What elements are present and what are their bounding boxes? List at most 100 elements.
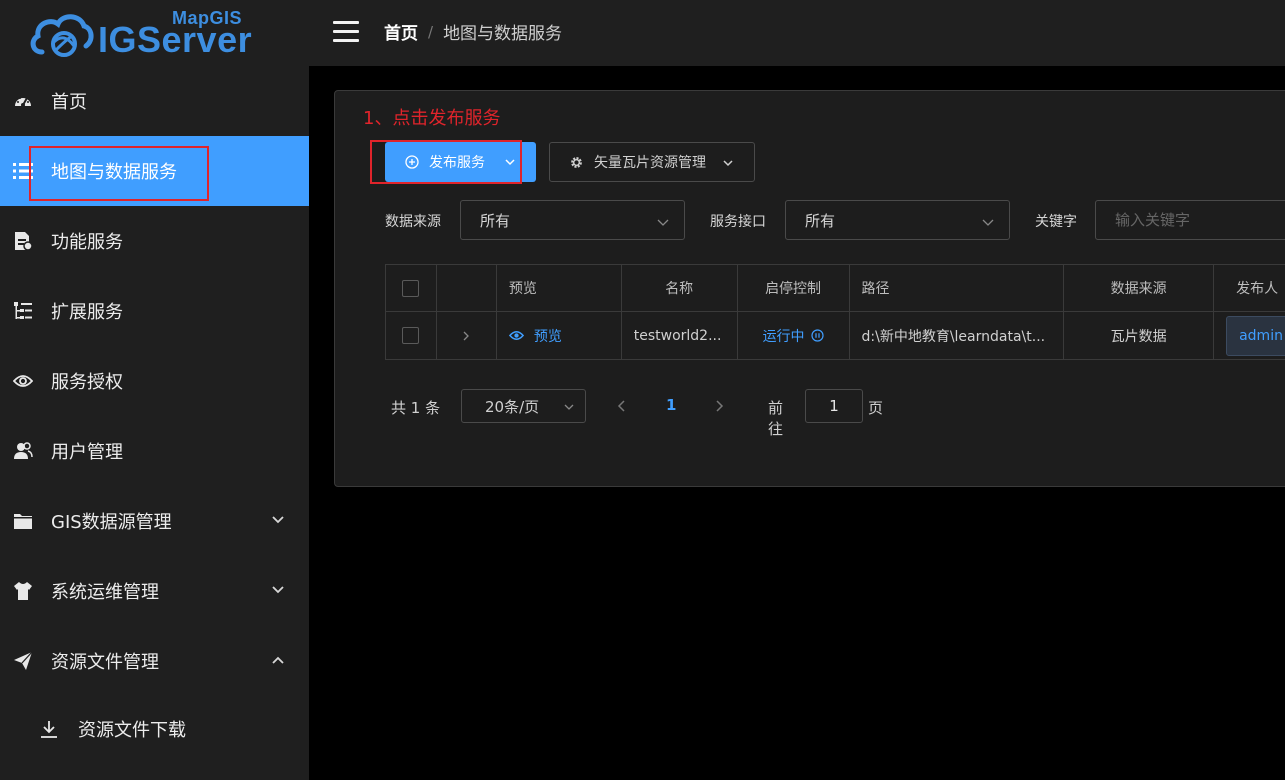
header-path: 路径 — [849, 265, 1065, 312]
preview-link[interactable]: 预览 — [508, 326, 562, 346]
chevron-down-icon — [505, 159, 515, 166]
preview-link-label: 预览 — [533, 328, 562, 345]
sidebar-item-label: 首页 — [51, 92, 87, 113]
total-count: 共 1 条 — [391, 399, 441, 417]
chevron-down-icon — [982, 219, 994, 226]
header-control: 启停控制 — [737, 265, 850, 312]
header-checkbox-cell — [386, 265, 437, 312]
eye-icon — [12, 370, 34, 392]
page-suffix-label: 页 — [868, 399, 884, 417]
sidebar-item-resource-files[interactable]: 资源文件管理 — [0, 626, 309, 696]
annotation-text: 1、点击发布服务 — [363, 108, 501, 129]
header-source: 数据来源 — [1064, 265, 1215, 312]
services-table: 预览 名称 启停控制 路径 数据来源 发布人 预览 testworld2... … — [385, 264, 1285, 360]
row-expand-cell[interactable] — [436, 312, 497, 360]
main-panel: 1、点击发布服务 发布服务 矢量瓦片资源管理 数据来源 所有 服务接口 所有 关… — [334, 90, 1285, 487]
chevron-down-icon — [272, 516, 284, 524]
users-icon — [12, 440, 34, 462]
sidebar-item-resource-download[interactable]: 资源文件下载 — [0, 696, 309, 762]
row-source-cell: 瓦片数据 — [1064, 312, 1215, 360]
eye-icon — [508, 331, 524, 340]
keyword-label: 关键字 — [1035, 214, 1077, 230]
page-size-select[interactable]: 20条/页 — [461, 389, 586, 423]
chevron-right-icon[interactable] — [460, 330, 472, 342]
row-path-cell: d:\新中地教育\learndata\t... — [849, 312, 1065, 360]
service-interface-label: 服务接口 — [710, 214, 766, 230]
service-interface-value: 所有 — [805, 211, 836, 230]
breadcrumb: 首页 / 地图与数据服务 — [384, 19, 562, 45]
sidebar-menu: 首页 地图与数据服务 功能服务 扩展服务 服务授权 用户管理 GIS数据源管理 … — [0, 66, 309, 762]
gear-icon — [571, 156, 582, 168]
sidebar-item-user-management[interactable]: 用户管理 — [0, 416, 309, 486]
breadcrumb-separator: / — [428, 22, 434, 41]
next-page-icon[interactable] — [712, 399, 726, 413]
folder-icon — [12, 510, 34, 532]
sidebar-item-label: 功能服务 — [51, 232, 123, 253]
sidebar-item-service-authorization[interactable]: 服务授权 — [0, 346, 309, 416]
status-toggle[interactable]: 运行中 — [763, 326, 824, 346]
sidebar-item-label: 资源文件管理 — [51, 652, 159, 673]
send-icon — [12, 650, 34, 672]
pause-circle-icon — [810, 329, 824, 342]
shirt-icon — [12, 580, 34, 602]
hamburger-menu-icon[interactable] — [333, 21, 359, 43]
download-icon — [38, 718, 60, 740]
chevron-down-icon — [723, 160, 733, 167]
sidebar-item-label: 资源文件下载 — [78, 720, 186, 741]
row-name-cell: testworld2... — [621, 312, 738, 360]
sidebar-item-label: 扩展服务 — [51, 302, 123, 323]
row-checkbox[interactable] — [402, 327, 420, 344]
document-icon — [12, 230, 34, 252]
header-name: 名称 — [621, 265, 738, 312]
service-path: d:\新中地教育\learndata\t... — [861, 328, 1046, 345]
table-header-row: 预览 名称 启停控制 路径 数据来源 发布人 — [386, 265, 1285, 312]
chevron-down-icon — [272, 586, 284, 594]
dashboard-icon — [12, 90, 34, 112]
page-number-current[interactable]: 1 — [666, 396, 676, 414]
list-icon — [12, 160, 34, 182]
sidebar-item-label: 地图与数据服务 — [51, 162, 177, 183]
goto-label: 前往 — [768, 399, 784, 438]
row-checkbox-cell — [386, 312, 437, 360]
chevron-down-icon — [657, 219, 669, 226]
vector-tile-management-label: 矢量瓦片资源管理 — [594, 155, 706, 171]
select-all-checkbox[interactable] — [402, 279, 420, 297]
prev-page-icon[interactable] — [615, 399, 629, 413]
sidebar-item-gis-datasource[interactable]: GIS数据源管理 — [0, 486, 309, 556]
data-source-value: 所有 — [480, 211, 511, 230]
cloud-globe-icon — [30, 14, 94, 57]
data-source-select[interactable]: 所有 — [460, 200, 685, 240]
sidebar-item-system-ops[interactable]: 系统运维管理 — [0, 556, 309, 626]
app-logo: MapGIS IGServer — [28, 6, 258, 60]
publish-service-button[interactable]: 发布服务 — [385, 142, 536, 182]
service-name: testworld2... — [633, 327, 722, 344]
top-bar: 首页 / 地图与数据服务 — [309, 0, 1285, 66]
row-preview-cell: 预览 — [496, 312, 622, 360]
vector-tile-management-button[interactable]: 矢量瓦片资源管理 — [549, 142, 755, 182]
header-preview: 预览 — [496, 265, 622, 312]
publish-service-label: 发布服务 — [429, 154, 485, 170]
sidebar-item-map-data-services[interactable]: 地图与数据服务 — [0, 136, 309, 206]
keyword-input[interactable] — [1095, 200, 1285, 240]
sidebar: MapGIS IGServer 首页 地图与数据服务 功能服务 扩展服务 服务授… — [0, 0, 309, 780]
goto-page-input[interactable] — [805, 389, 863, 423]
table-row: 预览 testworld2... 运行中 d:\新中地教育\learndata\… — [386, 312, 1285, 360]
data-source-label: 数据来源 — [385, 214, 441, 230]
plus-circle-icon — [405, 155, 419, 169]
header-publisher: 发布人 — [1214, 265, 1285, 312]
header-expand-cell — [436, 265, 497, 312]
row-publisher-cell: admin — [1214, 312, 1285, 360]
sidebar-item-function-services[interactable]: 功能服务 — [0, 206, 309, 276]
sidebar-item-extension-services[interactable]: 扩展服务 — [0, 276, 309, 346]
service-interface-select[interactable]: 所有 — [785, 200, 1010, 240]
sidebar-item-home[interactable]: 首页 — [0, 66, 309, 136]
chevron-up-icon — [272, 656, 284, 664]
tree-icon — [12, 300, 34, 322]
breadcrumb-home[interactable]: 首页 — [384, 19, 418, 44]
status-text: 运行中 — [762, 328, 805, 345]
row-control-cell: 运行中 — [737, 312, 850, 360]
publisher-tag: admin — [1226, 315, 1285, 356]
sidebar-item-label: GIS数据源管理 — [51, 512, 172, 533]
sidebar-item-label: 系统运维管理 — [51, 582, 159, 603]
sidebar-item-label: 服务授权 — [51, 372, 123, 393]
